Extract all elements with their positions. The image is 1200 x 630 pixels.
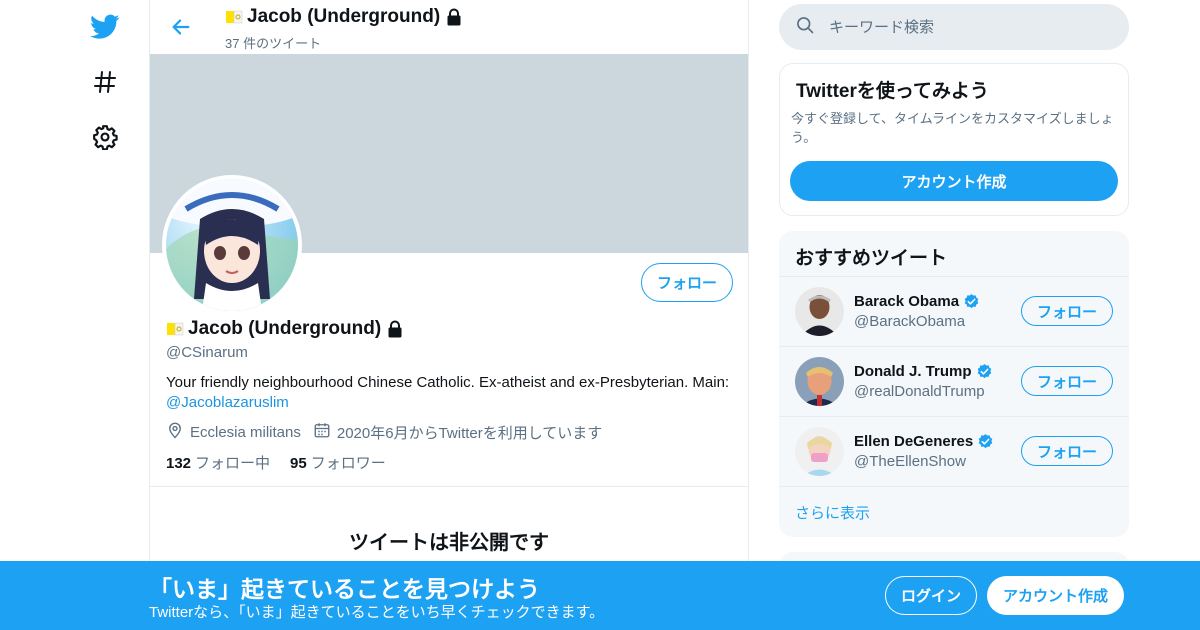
follow-button[interactable]: フォロー (1021, 436, 1113, 466)
login-button[interactable]: ログイン (885, 576, 977, 615)
show-more-link[interactable]: さらに表示 (795, 502, 870, 523)
row-divider (779, 486, 1129, 487)
recommended-title: おすすめツイート (795, 248, 948, 269)
create-account-button[interactable]: アカウント作成 (790, 161, 1118, 201)
account-name: Donald J. Trump (854, 363, 993, 380)
left-navigation (0, 0, 150, 630)
account-name: Barack Obama (854, 293, 980, 310)
lock-icon (444, 7, 464, 27)
account-avatar (795, 427, 844, 476)
profile-stats: 132 フォロー中 95 フォロワー (166, 452, 386, 473)
profile-column: Jacob (Underground) 37 件のツイート フォロー Jacob… (149, 0, 749, 630)
following-stat[interactable]: 132 フォロー中 (166, 452, 270, 473)
protected-tweets-message: ツイートは非公開です (349, 532, 549, 554)
account-name: Ellen DeGeneres (854, 433, 994, 450)
account-avatar (795, 287, 844, 336)
vatican-flag-icon (225, 8, 243, 26)
tweet-count: 37 件のツイート (225, 36, 322, 51)
recommended-tweets-card: おすすめツイート Barack Obama @BarackObama フォロー … (779, 231, 1129, 537)
signup-card-description: 今すぐ登録して、タイムラインをカスタマイズしましょう。 (791, 111, 1114, 145)
account-handle: @TheEllenShow (854, 453, 966, 470)
signup-prompt-bar: 「いま」起きていることを見つけよう Twitterなら、「いま」起きていることを… (0, 561, 1200, 630)
profile-follow-button[interactable]: フォロー (641, 263, 733, 302)
bio-text: Your friendly neighbourhood Chinese Cath… (166, 374, 730, 391)
prompt-title: 「いま」起きていることを見つけよう (149, 576, 540, 602)
profile-header-bar: Jacob (Underground) 37 件のツイート (150, 0, 748, 54)
search-icon (795, 15, 815, 40)
signup-card: Twitterを使ってみよう 今すぐ登録して、タイムラインをカスタマイズしましょ… (779, 63, 1129, 216)
settings-gear-icon[interactable] (88, 120, 122, 154)
followers-stat[interactable]: 95 フォロワー (290, 452, 386, 473)
profile-bio: Your friendly neighbourhood Chinese Cath… (166, 373, 736, 413)
account-handle: @BarackObama (854, 313, 966, 330)
search-input[interactable] (829, 18, 1109, 36)
prompt-subtitle: Twitterなら、「いま」起きていることをいち早くチェックできます。 (149, 604, 605, 621)
bio-mention-link[interactable]: @Jacoblazaruslim (166, 394, 289, 411)
profile-meta: Ecclesia militans 2020年6月からTwitterを利用してい… (166, 421, 614, 443)
joined-date-item: 2020年6月からTwitterを利用しています (313, 421, 602, 443)
recommended-account-row[interactable]: Donald J. Trump @realDonaldTrump フォロー (779, 346, 1129, 416)
verified-badge-icon (976, 363, 993, 380)
verified-badge-icon (977, 433, 994, 450)
header-display-name: Jacob (Underground) (225, 6, 464, 28)
signup-button[interactable]: アカウント作成 (987, 576, 1124, 615)
search-box[interactable] (779, 4, 1129, 50)
calendar-icon (313, 421, 331, 443)
signup-card-title: Twitterを使ってみよう (796, 81, 989, 102)
section-divider (150, 486, 748, 487)
vatican-flag-icon (166, 320, 184, 338)
profile-display-name: Jacob (Underground) (166, 318, 405, 340)
recommended-account-row[interactable]: Barack Obama @BarackObama フォロー (779, 276, 1129, 346)
profile-avatar[interactable] (162, 175, 302, 315)
verified-badge-icon (963, 293, 980, 310)
follow-button[interactable]: フォロー (1021, 296, 1113, 326)
location-item: Ecclesia militans (166, 421, 301, 443)
twitter-logo-icon[interactable] (88, 10, 122, 44)
back-arrow-icon[interactable] (168, 14, 194, 40)
profile-handle: @CSinarum (166, 344, 248, 361)
location-pin-icon (166, 421, 184, 443)
follow-button[interactable]: フォロー (1021, 366, 1113, 396)
account-handle: @realDonaldTrump (854, 383, 985, 400)
hashtag-icon[interactable] (88, 65, 122, 99)
lock-icon (385, 319, 405, 339)
recommended-account-row[interactable]: Ellen DeGeneres @TheEllenShow フォロー (779, 416, 1129, 486)
account-avatar (795, 357, 844, 406)
